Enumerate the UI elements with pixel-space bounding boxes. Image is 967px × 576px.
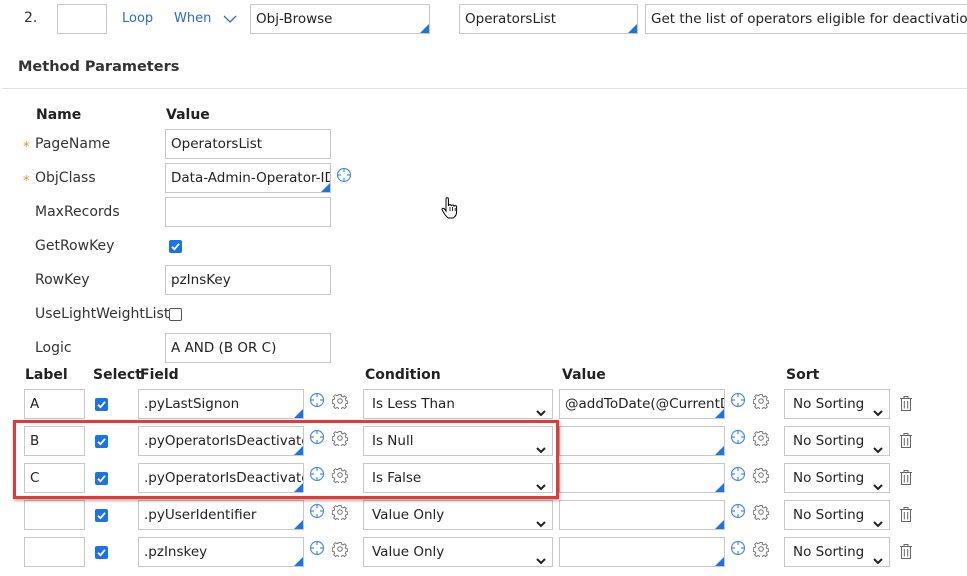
param-name: GetRowKey xyxy=(35,238,115,254)
param-name: Logic xyxy=(35,340,72,356)
sort-value: No Sorting xyxy=(793,507,865,523)
criteria-value-input[interactable] xyxy=(559,426,725,456)
required-marker: * xyxy=(23,140,30,155)
chevron-down-icon xyxy=(873,436,883,464)
step-label-input[interactable] xyxy=(57,4,107,34)
criteria-field-input[interactable]: .pzInskey xyxy=(138,537,304,567)
param-name: ObjClass xyxy=(35,170,96,186)
highlight-box xyxy=(13,420,559,499)
loop-link[interactable]: Loop xyxy=(122,11,153,26)
criteria-sort-select[interactable]: No Sorting xyxy=(784,500,890,530)
criteria-condition-select[interactable]: Is Less Than xyxy=(363,389,553,419)
param-value-input[interactable] xyxy=(165,197,331,227)
section-divider xyxy=(2,88,967,89)
trash-icon[interactable] xyxy=(899,432,913,453)
chevron-down-icon xyxy=(873,547,883,575)
sort-value: No Sorting xyxy=(793,396,865,412)
crosshair-icon[interactable] xyxy=(309,540,325,560)
method-input[interactable]: Obj-Browse xyxy=(250,4,430,34)
sort-value: No Sorting xyxy=(793,544,865,560)
criteria-label-header: Label xyxy=(25,367,68,383)
sort-value: No Sorting xyxy=(793,433,865,449)
condition-value: Value Only xyxy=(372,544,445,560)
gear-icon[interactable] xyxy=(752,430,770,450)
criteria-condition-header: Condition xyxy=(365,367,441,383)
criteria-sort-header: Sort xyxy=(786,367,820,383)
chevron-down-icon xyxy=(873,510,883,538)
crosshair-icon[interactable] xyxy=(336,167,352,187)
criteria-condition-select[interactable]: Value Only xyxy=(363,537,553,567)
condition-value: Value Only xyxy=(372,507,445,523)
param-value-input[interactable]: pzInsKey xyxy=(165,265,331,295)
criteria-condition-select[interactable]: Value Only xyxy=(363,500,553,530)
criteria-field-input[interactable]: .pyLastSignon xyxy=(138,389,304,419)
criteria-label-input[interactable] xyxy=(24,500,85,530)
param-value-input[interactable]: Data-Admin-Operator-ID xyxy=(165,163,331,193)
crosshair-icon[interactable] xyxy=(730,540,746,560)
sort-value: No Sorting xyxy=(793,470,865,486)
criteria-value-input[interactable] xyxy=(559,537,725,567)
chevron-down-icon xyxy=(873,399,883,427)
criteria-value-header: Value xyxy=(562,367,606,383)
criteria-select-checkbox[interactable] xyxy=(95,509,108,522)
crosshair-icon[interactable] xyxy=(730,466,746,486)
criteria-select-checkbox[interactable] xyxy=(95,546,108,559)
crosshair-icon[interactable] xyxy=(730,392,746,412)
gear-icon[interactable] xyxy=(752,504,770,524)
trash-icon[interactable] xyxy=(899,395,913,416)
criteria-select-header: Select xyxy=(93,367,142,383)
trash-icon[interactable] xyxy=(899,506,913,527)
criteria-select-checkbox[interactable] xyxy=(95,398,108,411)
param-checkbox[interactable] xyxy=(169,240,182,253)
param-name: PageName xyxy=(35,136,111,152)
criteria-value-input[interactable] xyxy=(559,500,725,530)
criteria-label-input[interactable] xyxy=(24,537,85,567)
criteria-sort-select[interactable]: No Sorting xyxy=(784,389,890,419)
criteria-sort-select[interactable]: No Sorting xyxy=(784,426,890,456)
required-marker: * xyxy=(23,174,30,189)
criteria-value-input[interactable]: @addToDate(@CurrentDateTime() xyxy=(559,389,725,419)
criteria-label-input[interactable]: A xyxy=(24,389,85,419)
chevron-down-icon xyxy=(873,473,883,501)
criteria-field-input[interactable]: .pyUserIdentifier xyxy=(138,500,304,530)
crosshair-icon[interactable] xyxy=(730,429,746,449)
criteria-field-header: Field xyxy=(140,367,179,383)
step-number: 2. xyxy=(24,10,38,26)
params-name-header: Name xyxy=(36,107,82,123)
condition-value: Is Less Than xyxy=(372,396,455,412)
chevron-down-icon xyxy=(536,547,546,575)
crosshair-icon[interactable] xyxy=(309,392,325,412)
param-value-input[interactable]: OperatorsList xyxy=(165,129,331,159)
criteria-sort-select[interactable]: No Sorting xyxy=(784,463,890,493)
param-checkbox[interactable] xyxy=(169,308,182,321)
step-page-input[interactable]: OperatorsList xyxy=(459,4,638,34)
trash-icon[interactable] xyxy=(899,469,913,490)
crosshair-icon[interactable] xyxy=(309,503,325,523)
when-link[interactable]: When xyxy=(174,11,211,26)
gear-icon[interactable] xyxy=(752,467,770,487)
section-title: Method Parameters xyxy=(18,59,180,75)
param-name: UseLightWeightList xyxy=(35,306,170,322)
gear-icon[interactable] xyxy=(331,541,349,561)
criteria-value-input[interactable] xyxy=(559,463,725,493)
gear-icon[interactable] xyxy=(331,393,349,413)
crosshair-icon[interactable] xyxy=(730,503,746,523)
param-name: RowKey xyxy=(35,272,90,288)
trash-icon[interactable] xyxy=(899,543,913,564)
criteria-sort-select[interactable]: No Sorting xyxy=(784,537,890,567)
step-description-input[interactable]: Get the list of operators eligible for d… xyxy=(645,4,967,34)
when-expand-chevron-icon[interactable] xyxy=(223,13,237,28)
params-value-header: Value xyxy=(166,107,210,123)
gear-icon[interactable] xyxy=(752,541,770,561)
gear-icon[interactable] xyxy=(752,393,770,413)
gear-icon[interactable] xyxy=(331,504,349,524)
hand-pointer-cursor-icon xyxy=(441,197,459,223)
chevron-down-icon xyxy=(536,510,546,538)
param-name: MaxRecords xyxy=(35,204,120,220)
param-value-input[interactable]: A AND (B OR C) xyxy=(165,333,331,363)
